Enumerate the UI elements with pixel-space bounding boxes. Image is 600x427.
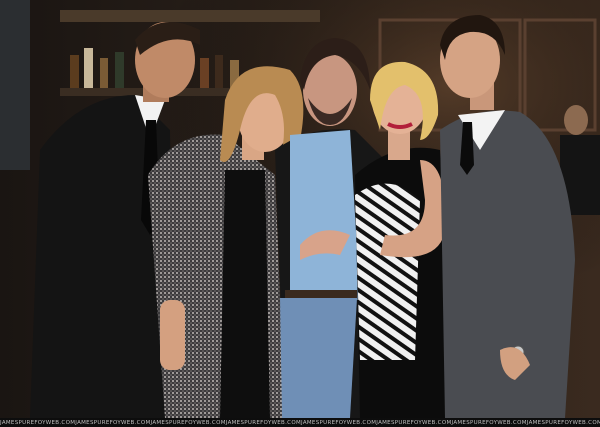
window-left: [0, 0, 30, 170]
watermark-text: JAMESPUREFOYWEB.COM: [225, 419, 301, 426]
watermark-text: JAMESPUREFOYWEB.COM: [150, 419, 226, 426]
watermark-strip: JAMESPUREFOYWEB.COM JAMESPUREFOYWEB.COM …: [0, 418, 600, 427]
watermark-text: JAMESPUREFOYWEB.COM: [75, 419, 151, 426]
watermark-text: JAMESPUREFOYWEB.COM: [301, 419, 377, 426]
group-photo: JAMESPUREFOYWEB.COM JAMESPUREFOYWEB.COM …: [0, 0, 600, 427]
photo-scene: [0, 0, 600, 427]
watermark-text: JAMESPUREFOYWEB.COM: [526, 419, 600, 426]
watermark-text: JAMESPUREFOYWEB.COM: [451, 419, 527, 426]
bar-shelf: [60, 10, 320, 22]
watermark-text: JAMESPUREFOYWEB.COM: [376, 419, 452, 426]
watermark-text: JAMESPUREFOYWEB.COM: [0, 419, 76, 426]
